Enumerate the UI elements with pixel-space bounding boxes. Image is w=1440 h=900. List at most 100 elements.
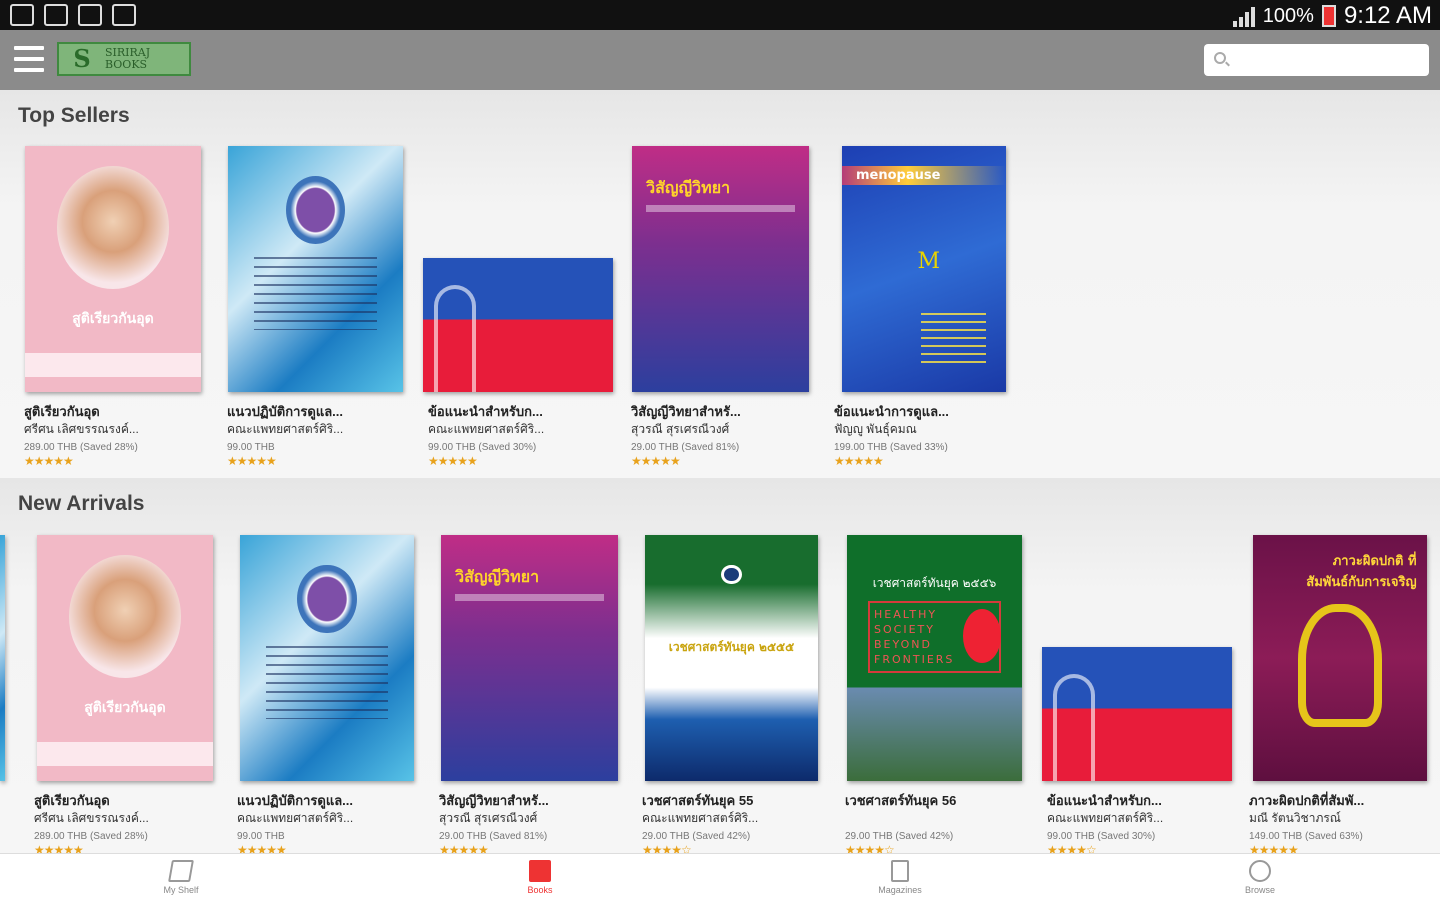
- tab-my-shelf[interactable]: My Shelf: [141, 860, 221, 895]
- cover-title: menopause: [842, 165, 1006, 186]
- cover-seal: [721, 564, 742, 585]
- book-title[interactable]: ข้อแนะนำการดูแล...: [834, 401, 1014, 422]
- book-title[interactable]: เวชศาสตร์ทันยุค 56: [845, 790, 1025, 811]
- book-cover[interactable]: ภาวะผิดปกติ ที่สัมพันธ์กับการเจริญ: [1253, 535, 1427, 781]
- tab-label: My Shelf: [163, 885, 199, 895]
- status-bar: 100% 9:12 AM: [0, 0, 1440, 30]
- siriraj-books-logo[interactable]: S SIRIRAJ BOOKS: [57, 42, 191, 76]
- cross-icon: [962, 608, 1001, 663]
- cover-title: สูติเรียวกันอุด: [84, 700, 166, 717]
- image-icon: [78, 4, 102, 26]
- book-author: คณะแพทยศาสตร์ศิริ...: [227, 422, 344, 436]
- book-title[interactable]: วิสัญญีวิทยาสำหรั...: [631, 401, 811, 422]
- cover-photo: [56, 165, 170, 289]
- clock: 9:12 AM: [1343, 2, 1432, 29]
- rating-stars: ★★★★★: [24, 454, 74, 468]
- book-author: คณะแพทยศาสตร์ศิริ...: [1047, 811, 1164, 825]
- battery-icon: [1321, 5, 1336, 27]
- logo-line2: BOOKS: [105, 58, 148, 71]
- cover-title: ภาวะผิดปกติ ที่สัมพันธ์กับการเจริญ: [1306, 553, 1417, 590]
- book-cover[interactable]: เวชศาสตร์ทันยุค ๒๕๕๕: [645, 535, 818, 781]
- section-title-new-arrivals: New Arrivals: [18, 492, 145, 515]
- book-price: 289.00 THB (Saved 28%): [34, 831, 148, 842]
- book-title[interactable]: ข้อแนะนำสำหรับก...: [1047, 790, 1227, 811]
- book-cover[interactable]: วิสัญญีวิทยา: [632, 146, 809, 392]
- book-author: สุวรณี สุรเศรณีวงศ์: [439, 811, 538, 825]
- book-price: 99.00 THB (Saved 30%): [428, 442, 537, 453]
- magazine-icon: [891, 860, 909, 882]
- system-icons: 100% 9:12 AM: [1232, 2, 1432, 30]
- book-price: 29.00 THB (Saved 42%): [845, 831, 954, 842]
- cover-pillar: [434, 284, 477, 392]
- book-title[interactable]: สูติเรียวกันอุด: [34, 790, 214, 811]
- book-author: มณี รัตนวิชาภรณ์: [1249, 811, 1341, 825]
- cover-letter: M: [917, 249, 940, 275]
- rating-stars: ★★★★★: [834, 454, 884, 468]
- cover-emblem: [285, 175, 346, 245]
- book-price: 289.00 THB (Saved 28%): [24, 442, 138, 453]
- cover-text: [266, 645, 388, 720]
- book-title[interactable]: สูติเรียวกันอุด: [24, 401, 204, 422]
- logo-text: SIRIRAJ BOOKS: [105, 47, 150, 71]
- book-cover[interactable]: [228, 146, 403, 392]
- cover-subtitle: [455, 594, 604, 602]
- cover-title: เวชศาสตร์ทันยุค ๒๕๕๕: [668, 640, 795, 655]
- book-price: 99.00 THB: [227, 442, 275, 453]
- cover-title: สูติเรียวกันอุด: [72, 311, 154, 328]
- book-title[interactable]: ข้อแนะนำสำหรับก...: [428, 401, 608, 422]
- book-author: ศรีศน เลิศขรรณรงค์...: [34, 811, 149, 825]
- section-title-top-sellers: Top Sellers: [18, 104, 130, 127]
- cover-illustration: [1298, 603, 1382, 727]
- cover-emblem: [297, 564, 357, 634]
- cover-title: วิสัญญีวิทยา: [455, 566, 540, 586]
- tab-label: Browse: [1244, 885, 1275, 895]
- search-icon: [1214, 52, 1226, 64]
- signal-icon: [1232, 5, 1255, 27]
- cover-photo: [68, 554, 182, 678]
- book-cover[interactable]: วิสัญญีวิทยา: [441, 535, 618, 781]
- book-cover[interactable]: [0, 535, 5, 781]
- rating-stars: ★★★★★: [227, 454, 277, 468]
- tab-browse[interactable]: Browse: [1220, 860, 1300, 895]
- books-icon: [529, 860, 551, 882]
- cover-subtitle: [646, 205, 795, 213]
- tab-label: Books: [527, 885, 553, 895]
- book-price: 29.00 THB (Saved 42%): [642, 831, 751, 842]
- book-cover[interactable]: [423, 258, 613, 392]
- menu-icon[interactable]: [14, 46, 44, 74]
- cover-band: [25, 352, 201, 378]
- cover-band: [37, 741, 213, 767]
- book-price: 149.00 THB (Saved 63%): [1249, 831, 1363, 842]
- book-title[interactable]: เวชศาสตร์ทันยุค 55: [642, 790, 822, 811]
- search-input[interactable]: [1204, 44, 1429, 76]
- book-title[interactable]: แนวปฏิบัติการดูแล...: [237, 790, 417, 811]
- rating-stars: ★★★★★: [631, 454, 681, 468]
- book-cover[interactable]: menopause M: [842, 146, 1006, 392]
- book-author: คณะแพทยศาสตร์ศิริ...: [642, 811, 759, 825]
- app-bar: S SIRIRAJ BOOKS: [0, 30, 1440, 90]
- new-arrivals-section: New Arrivals สูติเรียวกันอุด วิสัญญีวิทย…: [0, 478, 1440, 857]
- book-cover[interactable]: เวชศาสตร์ทันยุค ๒๕๕๖ HEALTHY SOCIETY BEY…: [847, 535, 1022, 781]
- book-author: คณะแพทยศาสตร์ศิริ...: [428, 422, 545, 436]
- download-icon: [112, 4, 136, 26]
- tab-books[interactable]: Books: [500, 860, 580, 895]
- battery-percent: 100%: [1262, 4, 1314, 27]
- cover-text: [254, 256, 377, 331]
- shelf-icon: [168, 860, 194, 882]
- book-title[interactable]: แนวปฏิบัติการดูแล...: [227, 401, 407, 422]
- cover-title: เวชศาสตร์ทันยุค ๒๕๕๖: [872, 576, 997, 591]
- notification-icons: [10, 4, 136, 26]
- book-author: คณะแพทยศาสตร์ศิริ...: [237, 811, 354, 825]
- book-title[interactable]: วิสัญญีวิทยาสำหรั...: [439, 790, 619, 811]
- cover-text: [920, 313, 987, 368]
- book-cover[interactable]: [1042, 647, 1232, 781]
- rating-stars: ★★★★★: [428, 454, 478, 468]
- cover-title: วิสัญญีวิทยา: [646, 177, 731, 197]
- book-author: ศรีศน เลิศขรรณรงค์...: [24, 422, 139, 436]
- book-title[interactable]: ภาวะผิดปกติที่สัมพั...: [1249, 790, 1429, 811]
- book-cover[interactable]: สูติเรียวกันอุด: [25, 146, 201, 392]
- book-price: 99.00 THB: [237, 831, 285, 842]
- book-cover[interactable]: สูติเรียวกันอุด: [37, 535, 213, 781]
- book-cover[interactable]: [240, 535, 414, 781]
- tab-magazines[interactable]: Magazines: [860, 860, 940, 895]
